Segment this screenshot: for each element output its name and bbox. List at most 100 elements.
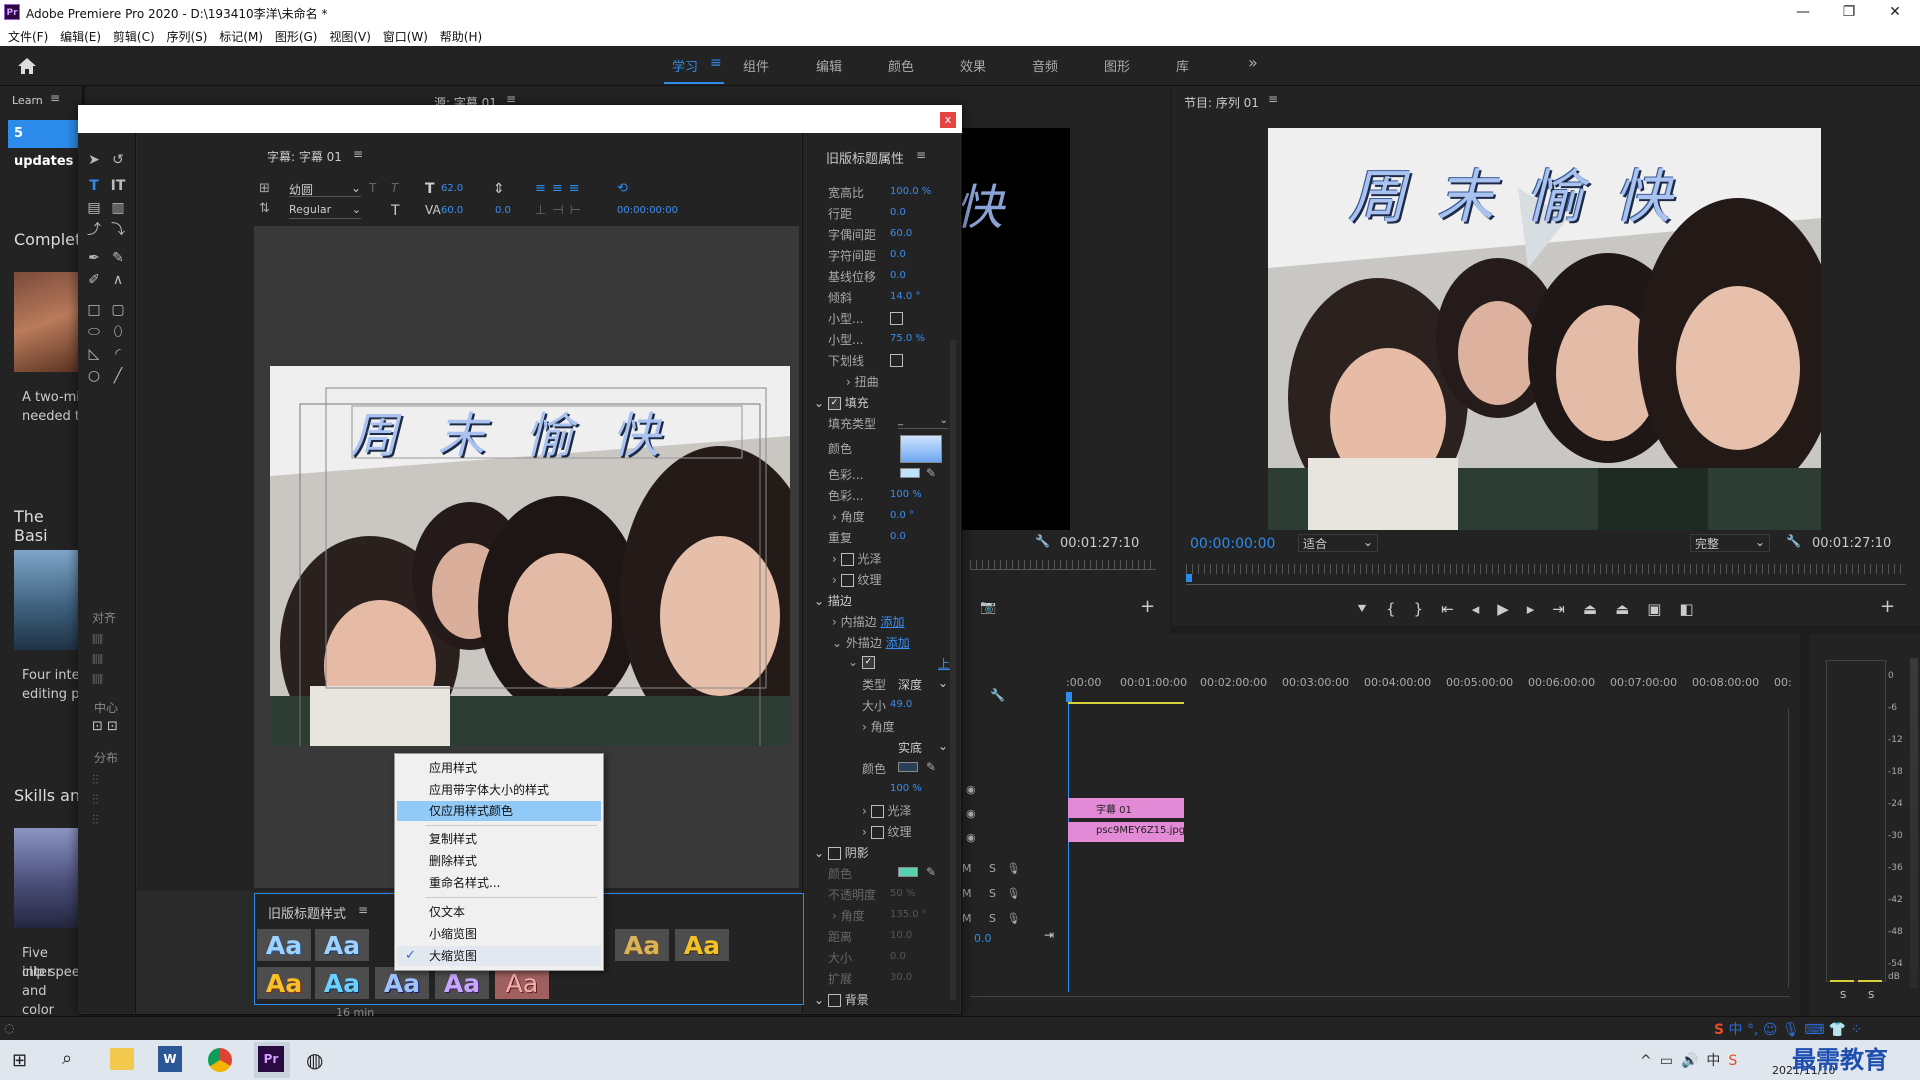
emoji-icon[interactable]: ☺	[1763, 1022, 1778, 1038]
shadow-checkbox[interactable]	[827, 847, 841, 860]
shadow-size-value[interactable]: 0.0	[890, 951, 906, 962]
zoom-fit-dropdown[interactable]: 适合 ⌄	[1298, 534, 1378, 552]
wrench-icon[interactable]: 🔧	[990, 688, 1005, 702]
selection-tool-icon[interactable]: ➤	[84, 151, 104, 169]
track-eye-icons[interactable]: ◉ ◉ ◉	[966, 778, 976, 850]
tutorial-thumbnail[interactable]	[14, 828, 80, 928]
eyedropper-icon[interactable]: ✎	[926, 865, 936, 879]
shadow-color-swatch[interactable]	[898, 867, 918, 877]
style-swatch[interactable]: Aa	[494, 966, 550, 1000]
clip-title[interactable]: 字幕 01	[1068, 798, 1184, 818]
network-icon[interactable]: ▭	[1660, 1053, 1681, 1069]
area-type-tool-icon[interactable]: ▤	[84, 199, 104, 217]
skin-icon[interactable]: 👕	[1829, 1022, 1846, 1038]
sogou-tray-icon[interactable]: S	[1728, 1053, 1745, 1069]
lift-icon[interactable]: ⏏	[1583, 600, 1615, 618]
solo-button[interactable]: S	[989, 887, 996, 900]
timeline-horizontal-scrollbar[interactable]	[970, 996, 1790, 1002]
windows-start-icon[interactable]: ⊞	[12, 1050, 27, 1071]
font-family-dropdown[interactable]: 幼圆 ⌄	[289, 181, 361, 197]
align-buttons[interactable]: ⫴⫴ ⫴⫴ ⫴⫴	[92, 631, 103, 691]
program-end-timecode[interactable]: 00:01:27:10	[1812, 536, 1891, 551]
updates-button[interactable]: 5 updates	[8, 120, 84, 169]
distort-section[interactable]: › 扭曲	[846, 373, 879, 390]
sheen-row[interactable]: › 光泽	[832, 550, 881, 567]
maximize-button[interactable]: ❐	[1826, 2, 1872, 24]
ime-toolbar[interactable]: S 中 °, ☺ 🎙 ⌨ 👕 ⁘	[1714, 1019, 1914, 1039]
menu-item-apply-style-with-font-size[interactable]: 应用带字体大小的样式	[397, 780, 601, 800]
word-icon[interactable]: W	[158, 1046, 182, 1072]
source-scrubber[interactable]	[970, 560, 1156, 570]
italic-icon[interactable]: T	[391, 181, 398, 195]
tab-editing[interactable]: 编辑	[816, 56, 842, 75]
style-swatch[interactable]: Aa	[434, 966, 490, 1000]
menu-item-apply-style-color-only[interactable]: 仅应用样式颜色	[397, 801, 601, 821]
minimize-button[interactable]: —	[1780, 2, 1826, 24]
file-explorer-icon[interactable]	[110, 1048, 134, 1070]
jump-icon[interactable]: ⇥	[1044, 928, 1054, 942]
playhead-icon[interactable]	[1186, 574, 1192, 582]
menu-item-text-only[interactable]: 仅文本	[397, 902, 601, 922]
program-current-timecode[interactable]: 00:00:00:00	[1190, 536, 1275, 552]
rounded-corner-tool-icon[interactable]: ⬯	[108, 323, 128, 341]
style-swatch[interactable]: Aa	[314, 966, 370, 1000]
menu-item-small-thumbnails[interactable]: 小缩览图	[397, 924, 601, 944]
stroke-section[interactable]: ⌄ 描边	[814, 592, 852, 609]
camera-icon[interactable]: 📷	[980, 600, 996, 615]
chrome-icon[interactable]	[208, 1048, 232, 1072]
microphone-icon[interactable]: 🎙	[1006, 912, 1020, 925]
arc-tool-icon[interactable]: ◜	[108, 345, 128, 363]
menu-item-large-thumbnails[interactable]: 大缩览图	[397, 946, 601, 966]
panel-menu-icon[interactable]: ≡	[1268, 92, 1278, 106]
step-back-icon[interactable]: ◂	[1472, 600, 1498, 618]
tab-effects[interactable]: 效果	[960, 56, 986, 75]
menu-window[interactable]: 窗口(W)	[375, 26, 428, 45]
stroke-type-dropdown[interactable]: 深度 ⌄	[898, 676, 948, 692]
play-icon[interactable]: ▶	[1497, 600, 1527, 618]
prop-value[interactable]: 60.0	[890, 228, 912, 239]
sogou-icon[interactable]: S	[1714, 1022, 1724, 1038]
menu-view[interactable]: 视图(V)	[321, 26, 371, 45]
add-button-icon[interactable]: +	[1140, 596, 1155, 617]
ime-mode[interactable]: 中	[1729, 1022, 1743, 1038]
stroke-size-value[interactable]: 49.0	[890, 699, 912, 710]
ime-tray-icon[interactable]: 中	[1706, 1053, 1728, 1069]
prop-value[interactable]: 0.0	[890, 207, 906, 218]
menu-marker[interactable]: 标记(M)	[211, 26, 263, 45]
shadow-angle-value[interactable]: 135.0 °	[890, 909, 927, 920]
menu-help[interactable]: 帮助(H)	[432, 26, 482, 45]
underline-checkbox[interactable]	[890, 354, 903, 367]
go-to-out-icon[interactable]: ⇥	[1552, 600, 1583, 618]
color-stop-swatch[interactable]	[900, 468, 920, 478]
stroke-texture-row[interactable]: › 纹理	[862, 823, 911, 840]
prop-value[interactable]: 14.0 °	[890, 291, 920, 302]
move-up-link[interactable]: 上	[938, 655, 950, 672]
keyboard-icon[interactable]: ⌨	[1804, 1022, 1824, 1038]
prop-value[interactable]: 100.0 %	[890, 186, 931, 197]
shadow-section[interactable]: ⌄ 阴影	[814, 844, 869, 861]
fill-type-dropdown[interactable]: _ ⌄	[898, 415, 948, 429]
sheen-checkbox[interactable]	[840, 553, 854, 566]
stroke-fill-dropdown[interactable]: 实底 ⌄	[898, 739, 948, 755]
panel-menu-icon[interactable]: ≡	[353, 147, 363, 161]
outer-stroke-checkbox[interactable]: ✓	[861, 656, 875, 669]
eyedropper-icon[interactable]: ✎	[926, 760, 936, 774]
meter-scrollbar[interactable]	[1910, 658, 1918, 988]
distribute-buttons[interactable]: ⫶⫶ ⫶⫶ ⫶⫶	[92, 771, 99, 831]
chevron-up-icon[interactable]: ^	[1640, 1053, 1660, 1069]
shadow-opacity-value[interactable]: 50 %	[890, 888, 915, 899]
fill-gradient-swatch[interactable]	[900, 435, 942, 463]
background-section[interactable]: ⌄ 背景	[814, 991, 869, 1008]
vertical-path-type-tool-icon[interactable]: ⤵	[108, 221, 128, 239]
delete-anchor-tool-icon[interactable]: ✐	[84, 271, 104, 289]
source-preview[interactable]: 快	[955, 128, 1070, 530]
game-app-icon[interactable]: ◍	[306, 1048, 323, 1072]
menu-sequence[interactable]: 序列(S)	[158, 26, 207, 45]
master-offset[interactable]: 0.0	[974, 932, 992, 945]
microphone-icon[interactable]: 🎙	[1006, 862, 1020, 875]
eyedropper-icon[interactable]: ✎	[926, 466, 936, 480]
tab-color[interactable]: 颜色	[888, 56, 914, 75]
menu-item-delete-style[interactable]: 删除样式	[397, 851, 601, 871]
texture-row[interactable]: › 纹理	[832, 571, 881, 588]
mute-button[interactable]: M	[962, 887, 972, 900]
